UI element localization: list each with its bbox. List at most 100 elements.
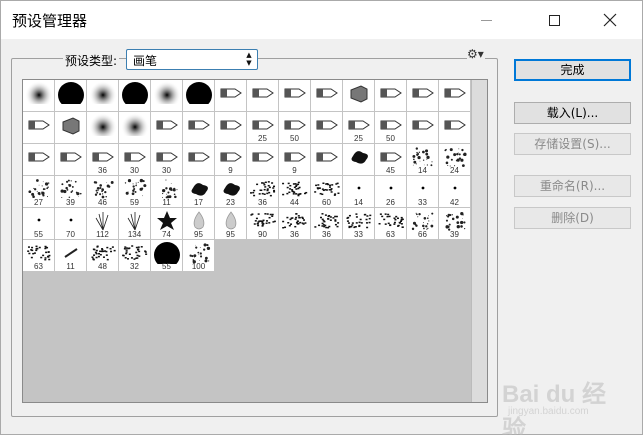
brush-preset-texture[interactable]: 48 [87, 240, 119, 272]
brush-preset-tip[interactable] [279, 80, 311, 112]
brush-preset-tip[interactable]: 9 [215, 144, 247, 176]
brush-preset-tip[interactable]: 9 [279, 144, 311, 176]
brush-preset-soft[interactable] [87, 112, 119, 144]
brush-preset-tip[interactable] [247, 144, 279, 176]
brush-tip-icon [279, 144, 311, 168]
brush-preset-spatter[interactable]: 66 [407, 208, 439, 240]
brush-preset-spatter[interactable]: 24 [439, 144, 471, 176]
brush-preset-drop[interactable]: 95 [183, 208, 215, 240]
vertical-scrollbar[interactable] [471, 80, 487, 402]
brush-preset-leaf[interactable]: 74 [151, 208, 183, 240]
brush-preset-tip[interactable]: 50 [279, 112, 311, 144]
brush-preset-soft[interactable] [87, 80, 119, 112]
brush-preset-tip[interactable] [247, 80, 279, 112]
brush-preset-texture[interactable]: 60 [311, 176, 343, 208]
brush-tip-icon [311, 144, 343, 168]
load-button[interactable]: 载入(L)... [514, 102, 631, 124]
watermark-url: jingyan.baidu.com [508, 406, 589, 417]
brush-preset-spatter[interactable]: 39 [439, 208, 471, 240]
brush-preset-tip[interactable] [407, 80, 439, 112]
brush-preset-tip[interactable] [439, 112, 471, 144]
brush-preset-texture[interactable]: 36 [279, 208, 311, 240]
brush-preset-tip[interactable] [407, 112, 439, 144]
brush-preset-fan[interactable] [55, 112, 87, 144]
brush-preset-tip[interactable]: 36 [87, 144, 119, 176]
brush-preset-fan[interactable] [343, 80, 375, 112]
brush-preset-tip[interactable]: 25 [247, 112, 279, 144]
brush-preset-spatter[interactable]: 39 [55, 176, 87, 208]
gear-menu-button[interactable]: ⚙▾ [467, 47, 485, 63]
brush-preset-tip[interactable]: 45 [375, 144, 407, 176]
brush-preset-soft[interactable] [23, 80, 55, 112]
brush-preset-spatter[interactable]: 59 [119, 176, 151, 208]
rename-button[interactable]: 重命名(R)... [514, 175, 631, 197]
brush-preset-spatter[interactable]: 27 [23, 176, 55, 208]
brush-preset-tip[interactable] [439, 80, 471, 112]
brush-preset-hard[interactable] [183, 80, 215, 112]
brush-preset-dot[interactable]: 55 [23, 208, 55, 240]
brush-preset-grass[interactable]: 112 [87, 208, 119, 240]
brush-tip-icon [343, 112, 375, 136]
brush-preset-texture[interactable]: 63 [375, 208, 407, 240]
brush-preset-dot[interactable]: 14 [343, 176, 375, 208]
brush-tip-icon [247, 144, 279, 168]
done-button[interactable]: 完成 [514, 59, 631, 81]
brush-size-label: 55 [23, 230, 54, 239]
brush-preset-tip[interactable]: 25 [343, 112, 375, 144]
brush-preset-spatter[interactable]: 11 [151, 176, 183, 208]
brush-preset-texture[interactable]: 36 [247, 176, 279, 208]
preset-type-select[interactable]: 画笔 ▲ ▼ [126, 49, 258, 70]
maximize-button[interactable] [531, 1, 577, 39]
brush-preset-tip[interactable] [215, 80, 247, 112]
brush-preset-tip[interactable] [151, 112, 183, 144]
brush-preset-tip[interactable] [311, 80, 343, 112]
brush-preset-stroke[interactable]: 11 [55, 240, 87, 272]
brush-grass-icon [119, 208, 151, 232]
brush-splat-icon [215, 176, 247, 200]
brush-preset-tip[interactable] [311, 144, 343, 176]
brush-preset-tip[interactable] [215, 112, 247, 144]
minimize-button[interactable] [463, 1, 509, 39]
brush-preset-soft[interactable] [151, 80, 183, 112]
brush-preset-tip[interactable] [23, 112, 55, 144]
delete-button[interactable]: 删除(D) [514, 207, 631, 229]
brush-preset-texture[interactable]: 44 [279, 176, 311, 208]
brush-preset-tip[interactable] [375, 80, 407, 112]
brush-preset-texture[interactable]: 63 [23, 240, 55, 272]
brush-size-label: 27 [23, 198, 54, 207]
brush-preset-spatter[interactable]: 14 [407, 144, 439, 176]
brush-preset-tip[interactable] [183, 144, 215, 176]
brush-soft-icon [119, 112, 151, 136]
brush-preset-tip[interactable] [183, 112, 215, 144]
brush-preset-grass[interactable]: 134 [119, 208, 151, 240]
brush-preset-tip[interactable]: 30 [119, 144, 151, 176]
brush-preset-tip[interactable]: 50 [375, 112, 407, 144]
brush-preset-tip[interactable] [55, 144, 87, 176]
brush-size-label: 63 [23, 262, 54, 271]
brush-preset-splat[interactable]: 23 [215, 176, 247, 208]
save-settings-button[interactable]: 存储设置(S)... [514, 133, 631, 155]
brush-preset-tip[interactable] [311, 112, 343, 144]
brush-preset-tip[interactable] [23, 144, 55, 176]
brush-preset-texture[interactable]: 36 [311, 208, 343, 240]
brush-preset-texture[interactable]: 33 [343, 208, 375, 240]
brush-preset-hard[interactable] [55, 80, 87, 112]
brush-preset-tip[interactable]: 30 [151, 144, 183, 176]
brush-preset-soft[interactable] [119, 112, 151, 144]
brush-preset-texture[interactable]: 32 [119, 240, 151, 272]
brush-preset-hard[interactable]: 55 [151, 240, 183, 272]
brush-preset-dot[interactable]: 33 [407, 176, 439, 208]
brush-size-label: 30 [119, 166, 150, 175]
brush-preset-dot[interactable]: 70 [55, 208, 87, 240]
brush-preset-drop[interactable]: 95 [215, 208, 247, 240]
brush-tip-icon [279, 112, 311, 136]
brush-preset-texture[interactable]: 90 [247, 208, 279, 240]
brush-preset-splat[interactable] [343, 144, 375, 176]
brush-preset-hard[interactable] [119, 80, 151, 112]
close-button[interactable] [587, 1, 633, 39]
brush-preset-spatter[interactable]: 46 [87, 176, 119, 208]
brush-preset-dot[interactable]: 26 [375, 176, 407, 208]
brush-preset-splat[interactable]: 17 [183, 176, 215, 208]
brush-preset-spatter[interactable]: 100 [183, 240, 215, 272]
brush-preset-dot[interactable]: 42 [439, 176, 471, 208]
